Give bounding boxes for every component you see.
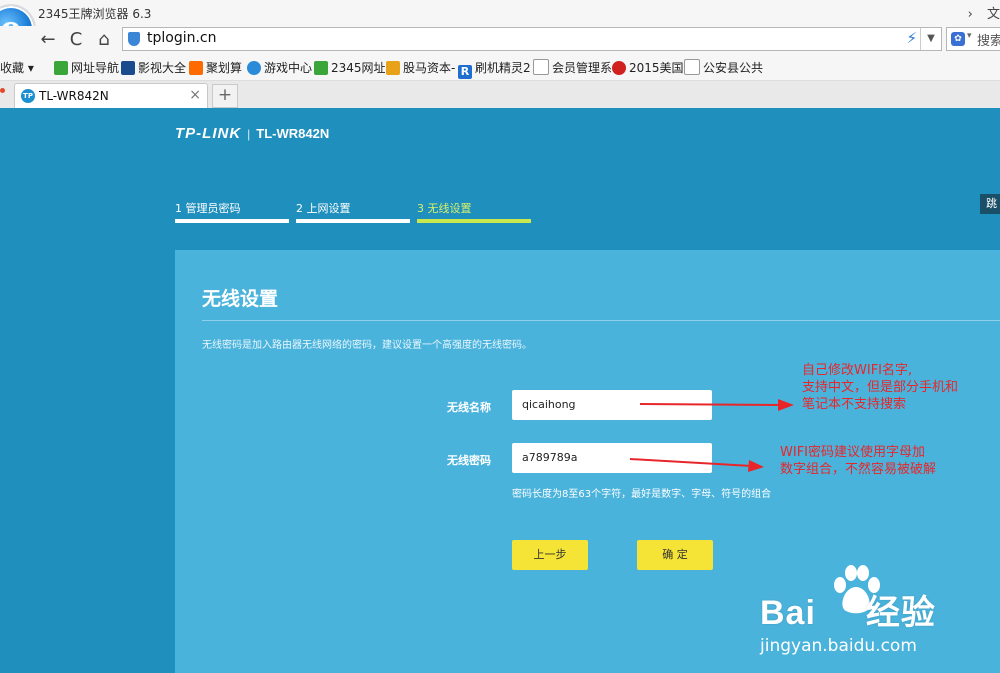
lightning-icon[interactable]: ⚡ — [906, 29, 917, 47]
step-bar — [175, 219, 289, 223]
bookmark-item[interactable]: 影视大全 — [121, 59, 186, 76]
bookmark-item[interactable]: 游戏中心 — [247, 59, 312, 76]
search-placeholder[interactable]: 搜索 — [977, 30, 1000, 49]
search-box[interactable]: ✿ ▾ 搜索 — [946, 27, 1000, 51]
previous-step-button[interactable]: 上一步 — [512, 540, 588, 570]
password-annotation: WIFI密码建议使用字母加 数字组合，不然容易被破解 — [780, 444, 936, 478]
step-bar — [417, 219, 531, 223]
reload-button[interactable]: C — [64, 28, 88, 52]
bookmark-item[interactable]: 公安县公共 — [684, 59, 763, 76]
bookmark-favorites[interactable]: 收藏 ▾ — [0, 59, 34, 76]
bookmark-label: 2345网址 — [331, 61, 386, 75]
bookmarks-bar: 收藏 ▾ 网址导航 影视大全 聚划算 游戏中心 2345网址 股马资本- R 刷机… — [0, 54, 1000, 81]
shield-icon — [128, 32, 140, 46]
house-icon — [54, 61, 68, 75]
bookmark-label: 会员管理系 — [552, 61, 613, 75]
bookmark-item[interactable]: 股马资本- — [386, 59, 455, 76]
router-header: TP-LINK | TL-WR842N — [175, 125, 329, 142]
tab-label: TL-WR842N — [39, 89, 109, 103]
step-label: 1 管理员密码 — [175, 202, 241, 215]
search-engine-dropdown-icon[interactable]: ▾ — [967, 31, 972, 41]
step-label: 2 上网设置 — [296, 202, 351, 215]
bookmark-item[interactable]: 聚划算 — [189, 59, 242, 76]
panel-description: 无线密码是加入路由器无线网络的密码，建议设置一个高强度的无线密码。 — [202, 340, 532, 351]
bookmark-label: 影视大全 — [138, 61, 187, 75]
annotation-line: 支持中文，但是部分手机和 — [802, 380, 959, 395]
step-bar — [296, 219, 410, 223]
annotation-line: 自己修改WIFI名字, — [802, 363, 913, 378]
step-label: 3 无线设置 — [417, 202, 472, 215]
video-icon — [121, 61, 135, 75]
watermark-site: jingyan.baidu.com — [760, 636, 917, 656]
divider — [202, 320, 1000, 321]
bookmark-item[interactable]: 2345网址 — [314, 59, 386, 76]
password-value: a789789a — [522, 451, 578, 464]
step-admin-password[interactable]: 1 管理员密码 — [175, 200, 295, 224]
password-input[interactable]: a789789a — [512, 443, 712, 473]
step-internet-settings[interactable]: 2 上网设置 — [296, 200, 416, 224]
page-title: 无线设置 — [202, 288, 279, 310]
game-icon — [247, 61, 261, 75]
password-hint: 密码长度为8至63个字符，最好是数字、字母、符号的组合 — [512, 489, 772, 500]
bookmark-label: 刷机精灵2 — [475, 61, 531, 75]
house-icon — [314, 61, 328, 75]
tplink-favicon-icon: TP — [21, 89, 35, 103]
ssid-value: qicaihong — [522, 398, 576, 411]
annotation-line: 笔记本不支持搜索 — [802, 397, 907, 412]
annotation-line: WIFI密码建议使用字母加 — [780, 445, 925, 460]
window-title: 2345王牌浏览器 6.3 — [38, 7, 152, 21]
title-bar: e 2345王牌浏览器 6.3 › 文 — [0, 0, 1000, 54]
router-model: TL-WR842N — [256, 126, 330, 141]
notification-dot-icon — [0, 88, 5, 93]
router-page: TP-LINK | TL-WR842N 1 管理员密码 2 上网设置 3 无线设置 … — [0, 108, 1000, 673]
step-wireless-settings[interactable]: 3 无线设置 — [417, 200, 537, 224]
page-icon — [533, 59, 549, 75]
ssid-input[interactable]: qicaihong — [512, 390, 712, 420]
baidu-jingyan-logo: Bai 经验 — [760, 585, 936, 634]
ssid-annotation: 自己修改WIFI名字, 支持中文，但是部分手机和 笔记本不支持搜索 — [802, 362, 958, 413]
circle-logo-icon — [612, 61, 626, 75]
titlebar-controls: › 文 — [958, 3, 1000, 22]
tag-icon — [189, 61, 203, 75]
new-tab-button[interactable]: + — [212, 84, 238, 108]
bookmark-label: 收藏 — [0, 61, 25, 75]
brand-separator: | — [247, 127, 251, 141]
annotation-line: 数字组合，不然容易被破解 — [780, 462, 937, 477]
confirm-button[interactable]: 确 定 — [637, 540, 713, 570]
url-text[interactable]: tplogin.cn — [147, 30, 217, 46]
password-label: 无线密码 — [447, 454, 491, 467]
r-logo-icon: R — [458, 65, 472, 79]
tab-active[interactable]: TP TL-WR842N × — [14, 83, 208, 109]
bookmark-label: 聚划算 — [206, 61, 243, 75]
chart-icon — [386, 61, 400, 75]
page-icon — [684, 59, 700, 75]
bookmark-label: 网址导航 — [71, 61, 120, 75]
bookmark-item[interactable]: 会员管理系 — [533, 59, 612, 76]
bookmark-label: 公安县公共 — [703, 61, 764, 75]
bookmark-label: 2015美国 — [629, 61, 684, 75]
bookmark-item[interactable]: R 刷机精灵2 — [458, 59, 531, 79]
skip-button[interactable]: 跳 — [980, 194, 1000, 214]
address-bar[interactable]: tplogin.cn ⚡ ▼ — [122, 27, 942, 51]
bookmark-item[interactable]: 2015美国 — [612, 59, 684, 76]
bookmark-label: 股马资本- — [403, 61, 456, 75]
baidu-word: Bai — [760, 594, 816, 632]
baidu-paw-icon: ✿ — [951, 32, 965, 46]
tab-bar: TP TL-WR842N × + — [0, 81, 1000, 109]
tab-close-icon[interactable]: × — [189, 87, 201, 103]
jingyan-word: 经验 — [865, 594, 936, 632]
chevron-right-icon[interactable]: › — [968, 7, 973, 22]
bookmark-item[interactable]: 网址导航 — [54, 59, 119, 76]
back-button[interactable]: ← — [36, 28, 60, 52]
nav-bar: ← C ⌂ tplogin.cn ⚡ ▼ ✿ ▾ 搜索 — [0, 26, 1000, 54]
translate-icon[interactable]: 文 — [987, 7, 1000, 22]
bookmark-label: 游戏中心 — [264, 61, 313, 75]
tplink-logo: TP-LINK — [175, 125, 242, 142]
ssid-label: 无线名称 — [447, 401, 491, 414]
home-button[interactable]: ⌂ — [92, 28, 116, 52]
address-dropdown-button[interactable]: ▼ — [920, 28, 941, 50]
